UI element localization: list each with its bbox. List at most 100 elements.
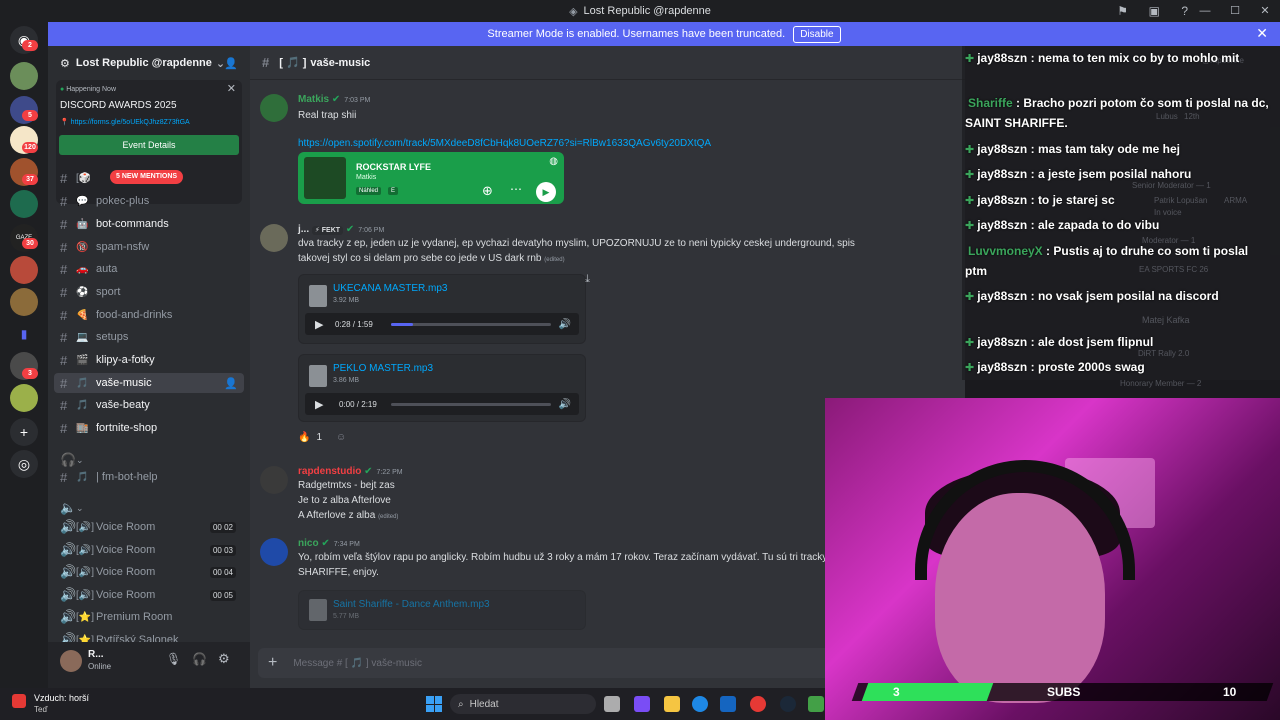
- channel-item[interactable]: # 🔞 spam-nsfw: [54, 237, 244, 257]
- speaker-category-icon[interactable]: 🔈 ⌄: [54, 498, 244, 518]
- help-icon[interactable]: ?: [1181, 0, 1188, 22]
- audio-file-icon: [309, 599, 327, 621]
- server-icon[interactable]: [10, 288, 38, 316]
- play-icon[interactable]: ▶: [315, 318, 323, 331]
- spotify-logo-icon: ◍: [549, 156, 558, 167]
- taskbar-search[interactable]: ⌕ Hledat: [450, 694, 596, 714]
- spotify-link[interactable]: https://open.spotify.com/track/5MXdeeD8f…: [298, 136, 711, 151]
- add-member-icon[interactable]: 👤: [224, 377, 238, 390]
- channel-item[interactable]: # 🎵 vaše-beaty: [54, 395, 244, 415]
- volume-icon[interactable]: 🔊: [559, 399, 571, 410]
- avatar[interactable]: [260, 94, 288, 122]
- chat-line: ✚ jay88szn : no vsak jsem posilal na disc…: [965, 289, 1219, 303]
- audio-seekbar[interactable]: [391, 403, 551, 406]
- weather-icon: [12, 694, 26, 708]
- voice-channel[interactable]: 🔊 [🔊] Voice Room 00 05: [54, 585, 244, 605]
- guild-header[interactable]: ⚙ Lost Republic @rapdenne ⌄ 👤: [48, 46, 250, 80]
- attach-plus-icon[interactable]: +: [268, 654, 277, 672]
- message-author[interactable]: Matkis ✔ 7:03 PM: [298, 94, 370, 105]
- spotify-embed[interactable]: ROCKSTAR LYFE Matkis Náhled E ◍ ⊕ ⋯ ▶: [298, 152, 564, 204]
- audio-player: ▶ 0:00 / 2:19 🔊: [305, 393, 579, 415]
- add-server-icon[interactable]: +: [10, 418, 38, 446]
- screen-icon[interactable]: ▣: [1149, 0, 1160, 22]
- download-icon[interactable]: ⤓: [585, 273, 590, 286]
- microphone-icon[interactable]: 🎙: [166, 652, 181, 666]
- discover-icon[interactable]: ◎: [10, 450, 38, 478]
- server-icon[interactable]: [10, 384, 38, 412]
- close-button[interactable]: ✕: [1250, 0, 1280, 22]
- file-name[interactable]: PEKLO MASTER.mp3: [333, 363, 433, 374]
- task-view-icon[interactable]: [604, 696, 620, 712]
- event-link[interactable]: 📍 https://forms.gle/5oUEkQJhz8Z73ftGA: [60, 118, 190, 126]
- play-icon[interactable]: ▶: [315, 398, 323, 411]
- channel-item[interactable]: # 🏬 fortnite-shop: [54, 418, 244, 438]
- close-icon[interactable]: ✕: [1256, 25, 1268, 42]
- steam-icon[interactable]: [780, 696, 796, 712]
- explorer-icon[interactable]: [664, 696, 680, 712]
- channel-item[interactable]: # 🚗 auta: [54, 259, 244, 279]
- username: R...: [88, 649, 104, 660]
- add-reaction-icon[interactable]: ☺: [336, 432, 346, 443]
- invite-icon[interactable]: 👤: [224, 57, 238, 70]
- app-icon[interactable]: [808, 696, 824, 712]
- audio-file-icon: [309, 365, 327, 387]
- headphones-icon[interactable]: 🎧: [192, 652, 207, 666]
- album-art: [304, 157, 346, 199]
- file-name[interactable]: Saint Shariffe - Dance Anthem.mp3: [333, 599, 490, 610]
- chat-line: Shariffe : Bracho pozri potom čo som ti …: [965, 96, 1269, 130]
- weather-text[interactable]: Vzduch: horší: [34, 693, 89, 703]
- windows-start-icon[interactable]: [426, 696, 442, 712]
- folder-icon[interactable]: ▮: [10, 320, 38, 348]
- message-text: Yo, robím veľa štýlov rapu po anglicky. …: [298, 552, 828, 578]
- channel-item[interactable]: # 🎬 klipy-a-fotky: [54, 350, 244, 370]
- server-icon[interactable]: [10, 190, 38, 218]
- track-artist: Matkis: [356, 174, 377, 181]
- file-name[interactable]: UKECANA MASTER.mp3: [333, 283, 447, 294]
- edge-icon[interactable]: [692, 696, 708, 712]
- message-author[interactable]: j... ⚡ FEKT ✔ 7:06 PM: [298, 224, 384, 235]
- audio-progress: [391, 323, 413, 326]
- channel-item[interactable]: # ⚽ sport: [54, 282, 244, 302]
- event-details-button[interactable]: Event Details: [59, 135, 239, 155]
- settings-gear-icon[interactable]: ⚙: [218, 651, 230, 667]
- voice-channel[interactable]: 🔊 [⭐] Premium Room: [54, 607, 244, 627]
- channel-item[interactable]: # 💻 setups: [54, 327, 244, 347]
- reaction[interactable]: 🔥 1 ☺: [298, 428, 346, 446]
- disable-button[interactable]: Disable: [793, 25, 841, 43]
- avatar[interactable]: [260, 538, 288, 566]
- avatar[interactable]: [260, 466, 288, 494]
- explicit-tag: E: [388, 187, 399, 195]
- more-icon[interactable]: ⋯: [510, 182, 522, 196]
- copilot-icon[interactable]: [634, 696, 650, 712]
- inbox-icon[interactable]: ⚑: [1117, 0, 1128, 22]
- volume-icon[interactable]: 🔊: [559, 319, 571, 330]
- channel-item[interactable]: # 🤖 bot-commands: [54, 214, 244, 234]
- server-rail: ◉ 2 5 120 37 GAZE 30 ▮ 3 + ◎: [0, 22, 48, 688]
- server-icon[interactable]: [10, 62, 38, 90]
- minimize-button[interactable]: —: [1190, 0, 1220, 22]
- voice-channel[interactable]: 🔊 [🔊] Voice Room 00 04: [54, 562, 244, 582]
- avatar[interactable]: [60, 650, 82, 672]
- channel-item[interactable]: # 🎵 | fm-bot-help: [54, 467, 244, 487]
- badge: 2: [22, 40, 38, 51]
- add-icon[interactable]: ⊕: [482, 183, 493, 199]
- maximize-button[interactable]: ☐: [1220, 0, 1250, 22]
- subs-goal-fill: [861, 683, 994, 701]
- message-author[interactable]: nico ✔ 7:34 PM: [298, 538, 360, 549]
- message-text: Real trap shii: [298, 110, 357, 121]
- server-icon[interactable]: [10, 256, 38, 284]
- channel-item-active[interactable]: # 🎵 vaše-music 👤: [54, 373, 244, 393]
- new-mentions-pill[interactable]: 5 NEW MENTIONS: [110, 170, 184, 184]
- chrome-icon[interactable]: [750, 696, 766, 712]
- voice-channel[interactable]: 🔊 [🔊] Voice Room 00 03: [54, 540, 244, 560]
- avatar[interactable]: [260, 224, 288, 252]
- taskbar: Vzduch: horší Teď ⌕ Hledat: [0, 688, 825, 720]
- channel-item[interactable]: # 🍕 food-and-drinks: [54, 305, 244, 325]
- store-icon[interactable]: [720, 696, 736, 712]
- message-author[interactable]: rapdenstudio ✔ 7:22 PM: [298, 466, 403, 477]
- close-icon[interactable]: ✕: [227, 82, 236, 95]
- voice-channel[interactable]: 🔊 [🔊] Voice Room 00 02: [54, 517, 244, 537]
- play-icon[interactable]: ▶: [536, 182, 556, 202]
- audio-seekbar[interactable]: [391, 323, 551, 326]
- channel-item[interactable]: # 💬 pokec-plus: [54, 191, 244, 211]
